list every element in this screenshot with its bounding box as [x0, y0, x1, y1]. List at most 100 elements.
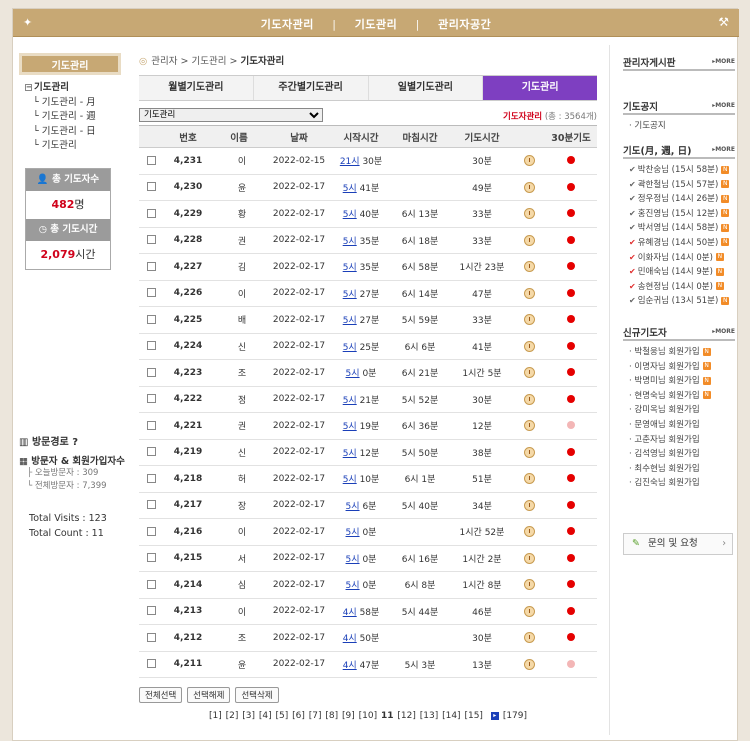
- row-checkbox[interactable]: [146, 314, 156, 324]
- clock-icon[interactable]: [523, 579, 535, 591]
- start-hour-link[interactable]: 4시: [343, 661, 357, 671]
- nav-prayer[interactable]: 기도관리: [355, 16, 397, 32]
- list-item[interactable]: · 강미옥님 회원가입: [629, 403, 735, 418]
- row-checkbox[interactable]: [146, 500, 156, 510]
- page-link[interactable]: [7]: [309, 711, 322, 721]
- clock-icon[interactable]: [523, 287, 535, 299]
- clock-icon[interactable]: [523, 499, 535, 511]
- row-checkbox[interactable]: [146, 155, 156, 165]
- page-link[interactable]: [15]: [464, 711, 482, 721]
- list-item[interactable]: · 현명숙님 회원가입 N: [629, 389, 735, 404]
- category-select[interactable]: 기도관리: [139, 108, 323, 122]
- row-checkbox[interactable]: [146, 659, 156, 669]
- clock-icon[interactable]: [523, 261, 535, 273]
- clock-icon[interactable]: [523, 367, 535, 379]
- tree-item-day[interactable]: └ 기도관리 - 日: [25, 125, 121, 140]
- tab-daily[interactable]: 일별기도관리: [369, 76, 484, 100]
- help-icon[interactable]: ?: [72, 437, 78, 448]
- start-hour-link[interactable]: 5시: [343, 449, 357, 459]
- start-hour-link[interactable]: 5시: [343, 210, 357, 220]
- crumb-2[interactable]: 기도관리: [192, 56, 227, 67]
- more-link[interactable]: ▸MORE: [712, 102, 735, 109]
- tab-weekly[interactable]: 주간별기도관리: [254, 76, 369, 100]
- list-item[interactable]: · 기도공지: [629, 119, 735, 134]
- list-item[interactable]: · 김진숙님 회원가입: [629, 476, 735, 491]
- clock-icon[interactable]: [523, 658, 535, 670]
- nav-admin-space[interactable]: 관리자공간: [438, 16, 491, 32]
- start-hour-link[interactable]: 5시: [343, 343, 357, 353]
- tab-monthly[interactable]: 월별기도관리: [139, 76, 254, 100]
- start-hour-link[interactable]: 4시: [343, 608, 357, 618]
- start-hour-link[interactable]: 21시: [340, 157, 360, 167]
- clock-icon[interactable]: [523, 552, 535, 564]
- start-hour-link[interactable]: 5시: [343, 475, 357, 485]
- tree-root[interactable]: − 기도관리: [25, 81, 121, 96]
- select-all-button[interactable]: 전체선택: [139, 687, 183, 703]
- row-checkbox[interactable]: [146, 208, 156, 218]
- list-item[interactable]: · 박명미님 회원가입 N: [629, 374, 735, 389]
- clock-icon[interactable]: [523, 393, 535, 405]
- page-link[interactable]: [2]: [226, 711, 239, 721]
- list-item[interactable]: · 이명자님 회원가입 N: [629, 360, 735, 375]
- list-item[interactable]: ✔ 임순귀님 (13시 51분) N: [629, 294, 735, 309]
- list-item[interactable]: · 박철웅님 회원가입 N: [629, 345, 735, 360]
- start-hour-link[interactable]: 5시: [343, 237, 357, 247]
- row-checkbox[interactable]: [146, 261, 156, 271]
- row-checkbox[interactable]: [146, 367, 156, 377]
- clock-icon[interactable]: [523, 446, 535, 458]
- list-item[interactable]: ✔ 민애숙님 (14시 9분) N: [629, 265, 735, 280]
- last-page-link[interactable]: [179]: [503, 711, 527, 721]
- clock-icon[interactable]: [523, 473, 535, 485]
- list-item[interactable]: · 문영애님 회원가입: [629, 418, 735, 433]
- row-checkbox[interactable]: [146, 632, 156, 642]
- start-hour-link[interactable]: 5시: [346, 555, 360, 565]
- start-hour-link[interactable]: 5시: [346, 581, 360, 591]
- row-checkbox[interactable]: [146, 394, 156, 404]
- list-item[interactable]: ✔ 곽한철님 (15시 57분) N: [629, 178, 735, 193]
- clock-icon[interactable]: [523, 155, 535, 167]
- page-link[interactable]: [1]: [209, 711, 222, 721]
- page-link[interactable]: [3]: [242, 711, 255, 721]
- start-hour-link[interactable]: 5시: [343, 290, 357, 300]
- page-link[interactable]: [8]: [325, 711, 338, 721]
- start-hour-link[interactable]: 5시: [346, 369, 360, 379]
- nav-prayer-manager[interactable]: 기도자관리: [261, 16, 314, 32]
- more-link[interactable]: ▸MORE: [712, 58, 735, 65]
- row-checkbox[interactable]: [146, 553, 156, 563]
- clock-icon[interactable]: [523, 420, 535, 432]
- clock-icon[interactable]: [523, 314, 535, 326]
- list-item[interactable]: ✔ 이화자님 (14시 0분) N: [629, 251, 735, 266]
- page-link[interactable]: [10]: [359, 711, 377, 721]
- crumb-1[interactable]: 관리자: [151, 56, 177, 67]
- row-checkbox[interactable]: [146, 526, 156, 536]
- collapse-icon[interactable]: −: [25, 84, 32, 91]
- delete-selected-button[interactable]: 선택삭제: [235, 687, 279, 703]
- row-checkbox[interactable]: [146, 288, 156, 298]
- clock-icon[interactable]: [523, 234, 535, 246]
- inquiry-button[interactable]: ✎ 문의 및 요청 ›: [623, 533, 733, 555]
- row-checkbox[interactable]: [146, 235, 156, 245]
- list-item[interactable]: ✔ 유혜경님 (14시 50분) N: [629, 236, 735, 251]
- row-checkbox[interactable]: [146, 606, 156, 616]
- list-item[interactable]: ✔ 박찬숭님 (15시 58분) N: [629, 163, 735, 178]
- row-checkbox[interactable]: [146, 341, 156, 351]
- page-link[interactable]: [12]: [397, 711, 415, 721]
- more-link[interactable]: ▸MORE: [712, 328, 735, 335]
- start-hour-link[interactable]: 5시: [343, 184, 357, 194]
- clock-icon[interactable]: [523, 526, 535, 538]
- page-link[interactable]: [9]: [342, 711, 355, 721]
- page-link[interactable]: [13]: [420, 711, 438, 721]
- start-hour-link[interactable]: 4시: [343, 634, 357, 644]
- list-item[interactable]: ✔ 박서영님 (14시 58분) N: [629, 221, 735, 236]
- list-item[interactable]: ✔ 정우정님 (14시 26분) N: [629, 192, 735, 207]
- clock-icon[interactable]: [523, 208, 535, 220]
- clock-icon[interactable]: [523, 605, 535, 617]
- row-checkbox[interactable]: [146, 579, 156, 589]
- page-link[interactable]: [6]: [292, 711, 305, 721]
- tree-item-week[interactable]: └ 기도관리 - 週: [25, 110, 121, 125]
- clock-icon[interactable]: [523, 340, 535, 352]
- clock-icon[interactable]: [523, 632, 535, 644]
- start-hour-link[interactable]: 5시: [346, 502, 360, 512]
- more-link[interactable]: ▸MORE: [712, 146, 735, 153]
- row-checkbox[interactable]: [146, 182, 156, 192]
